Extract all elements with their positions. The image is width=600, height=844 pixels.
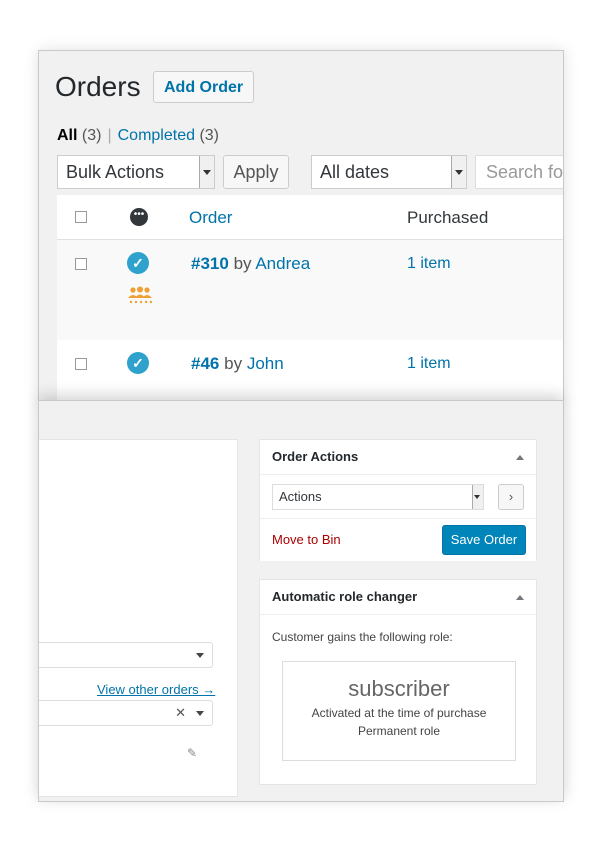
table-header: ••• Order Purchased xyxy=(57,195,563,240)
order-action-select[interactable]: Actions xyxy=(272,484,484,510)
group-icon xyxy=(128,286,153,304)
edit-order-panel: View other orders → ✕ ✎ Order Actions Ac… xyxy=(38,400,564,802)
apply-button[interactable]: Apply xyxy=(223,155,289,189)
order-link[interactable]: #46 by John xyxy=(191,354,284,374)
dates-filter-select[interactable]: All dates xyxy=(311,155,467,189)
role-activation: Activated at the time of purchase xyxy=(311,706,487,720)
apply-action-button[interactable]: › xyxy=(498,484,524,510)
ellipsis-icon: ••• xyxy=(130,208,148,226)
filter-all[interactable]: All (3) xyxy=(57,127,101,144)
order-details-box: View other orders → ✕ ✎ xyxy=(39,439,238,797)
table-row: ✓ #46 by John 1 item xyxy=(57,340,563,400)
move-to-bin-link[interactable]: Move to Bin xyxy=(272,532,341,547)
column-header-order[interactable]: Order xyxy=(189,208,232,228)
chevron-down-icon xyxy=(199,156,214,188)
view-other-orders-link[interactable]: View other orders → xyxy=(97,682,215,697)
save-order-button[interactable]: Save Order xyxy=(442,525,526,555)
filter-completed[interactable]: Completed (3) xyxy=(118,127,219,144)
role-duration: Permanent role xyxy=(357,724,441,738)
role-description: Customer gains the following role: xyxy=(272,630,453,644)
select-all-checkbox[interactable] xyxy=(75,211,87,223)
order-actions-box: Order Actions Actions › Move to Bin Save… xyxy=(259,439,537,561)
chevron-down-icon xyxy=(196,653,204,658)
order-actions-header[interactable]: Order Actions xyxy=(260,440,536,475)
role-changer-header[interactable]: Automatic role changer xyxy=(260,580,536,615)
clear-icon[interactable]: ✕ xyxy=(175,705,186,721)
orders-table: ••• Order Purchased ✓ #310 by Andrea 1 i… xyxy=(57,195,563,400)
collapse-arrow-icon[interactable] xyxy=(516,595,524,600)
add-order-button[interactable]: Add Order xyxy=(153,71,255,103)
role-card: subscriber Activated at the time of purc… xyxy=(282,661,516,761)
page-title: Orders xyxy=(55,71,141,102)
chevron-down-icon xyxy=(196,711,204,716)
row-checkbox[interactable] xyxy=(75,358,87,370)
filter-separator: | xyxy=(107,127,112,144)
column-header-purchased: Purchased xyxy=(407,208,489,227)
chevron-down-icon xyxy=(451,156,466,188)
order-link[interactable]: #310 by Andrea xyxy=(191,254,310,274)
status-filters: All (3) | Completed (3) xyxy=(57,127,219,145)
bulk-actions-select[interactable]: Bulk Actions xyxy=(57,155,215,189)
order-actions-footer: Move to Bin Save Order xyxy=(260,518,536,561)
role-name: subscriber xyxy=(348,676,450,701)
purchased-items-link[interactable]: 1 item xyxy=(407,355,451,373)
role-changer-box: Automatic role changer Customer gains th… xyxy=(259,579,537,785)
chevron-down-icon xyxy=(472,485,483,509)
table-row: ✓ #310 by Andrea 1 item xyxy=(57,240,563,340)
search-input[interactable]: Search fo xyxy=(475,155,563,189)
completed-check-icon: ✓ xyxy=(127,352,149,374)
customer-select[interactable]: ✕ xyxy=(39,700,213,726)
pencil-icon[interactable]: ✎ xyxy=(187,746,197,760)
purchased-items-link[interactable]: 1 item xyxy=(407,255,451,273)
collapse-arrow-icon[interactable] xyxy=(516,455,524,460)
row-checkbox[interactable] xyxy=(75,258,87,270)
order-status-select[interactable] xyxy=(39,642,213,668)
orders-list-panel: Orders Add Order All (3) | Completed (3) B… xyxy=(38,50,564,401)
completed-check-icon: ✓ xyxy=(127,252,149,274)
